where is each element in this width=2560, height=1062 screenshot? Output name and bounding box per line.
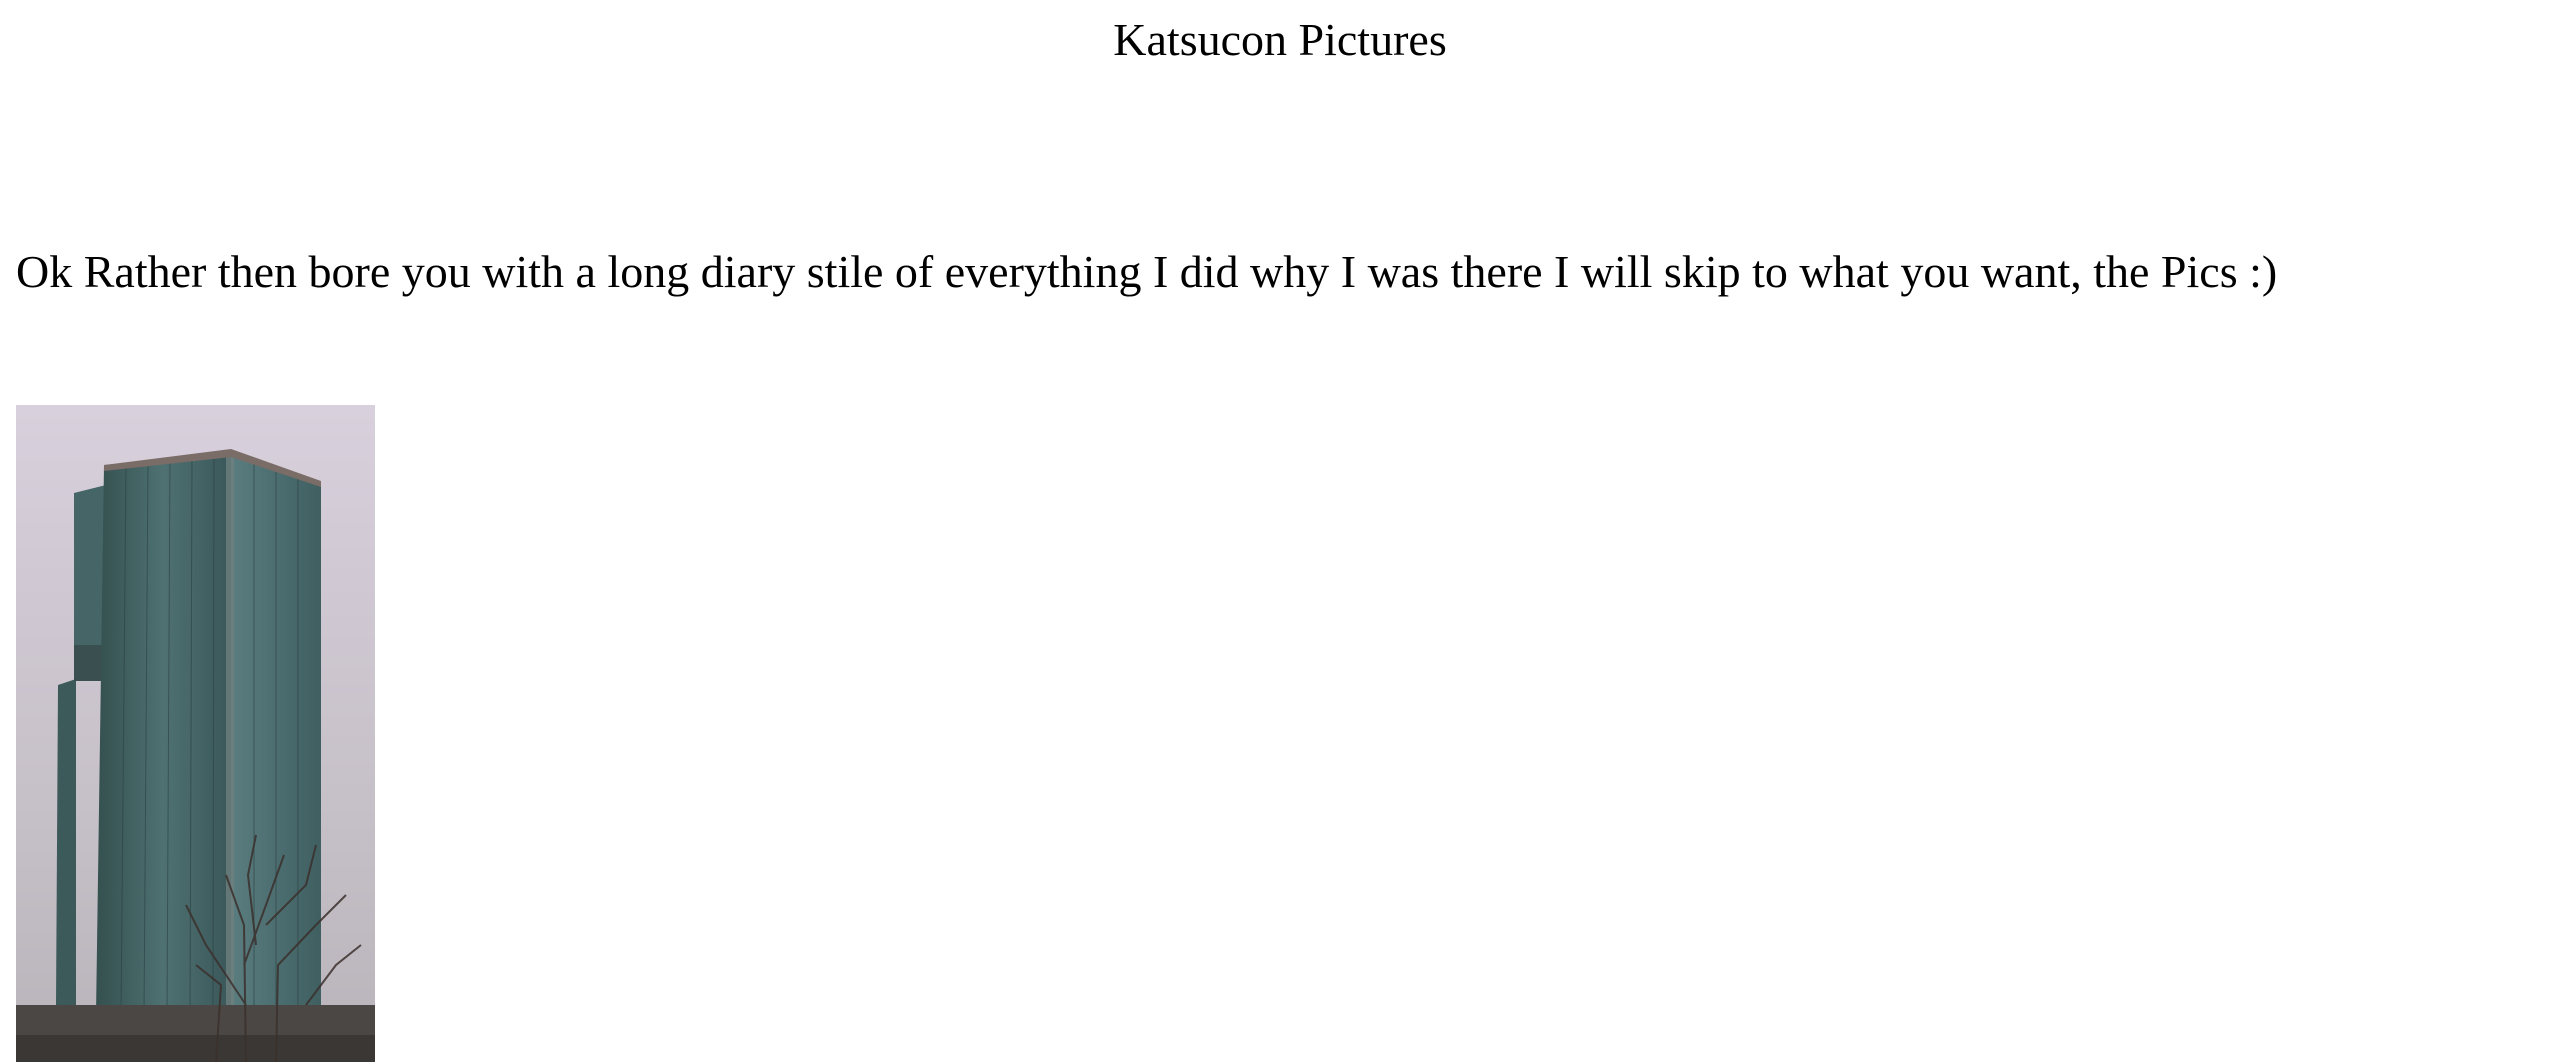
tower-photo-image	[16, 405, 375, 1062]
intro-paragraph: Ok Rather then bore you with a long diar…	[16, 246, 2278, 297]
building-main-shaft	[96, 455, 231, 1015]
building-left-block	[56, 679, 76, 1005]
building-upper-left-block	[74, 485, 106, 645]
tower-photo	[16, 405, 375, 1062]
page-title: Katsucon Pictures	[1113, 14, 1447, 65]
